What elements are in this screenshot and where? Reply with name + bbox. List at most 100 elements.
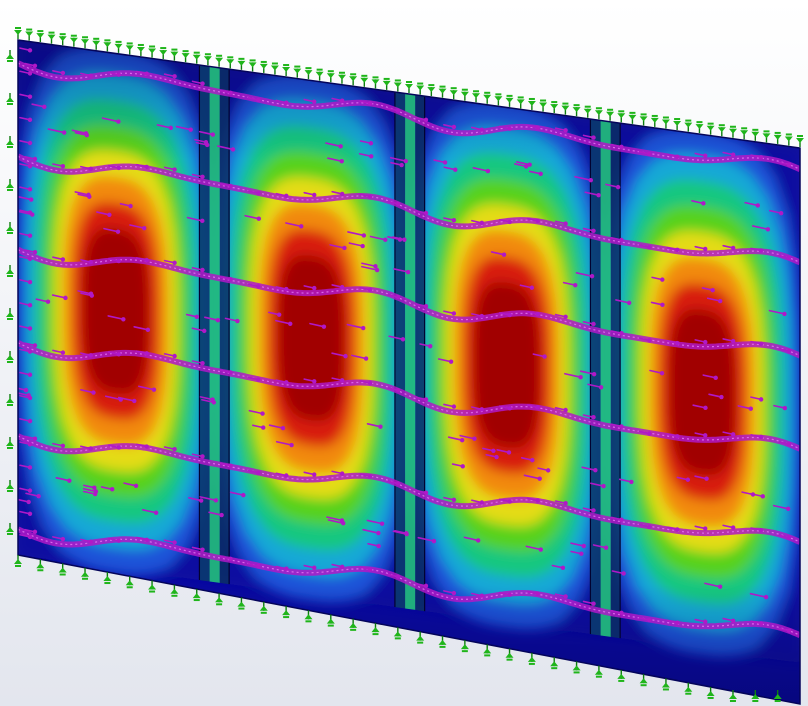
arrow-head [475, 538, 481, 543]
arrow-head [88, 353, 94, 358]
arrow-head [598, 385, 604, 390]
arrow-head [211, 400, 217, 405]
arrow-head [588, 177, 594, 183]
arrow-head [535, 591, 540, 596]
arrow-head [116, 258, 121, 264]
simulation-viewport[interactable] [0, 0, 808, 706]
arrow-head [782, 405, 788, 411]
arrow-head [27, 71, 33, 76]
arrow-head [27, 210, 33, 215]
arrow-head [530, 457, 535, 463]
arrow-head [368, 141, 374, 146]
arrow-head [400, 337, 406, 342]
arrow-head [339, 191, 345, 197]
arrow-head [339, 159, 344, 164]
arrow-head [261, 425, 266, 430]
arrow-head [27, 187, 33, 192]
arrow-head [786, 348, 792, 354]
arrow-head [703, 246, 708, 252]
arrow-head [675, 340, 680, 346]
arrow-head [376, 543, 381, 549]
arrow-head [367, 380, 373, 386]
arrow-head [479, 593, 485, 598]
arrow-head [603, 545, 609, 550]
arrow-head [626, 300, 632, 306]
arrow-head [172, 260, 177, 265]
arrow-head [591, 228, 596, 233]
arrow-head [312, 379, 317, 384]
arrow-head [703, 526, 708, 531]
arrow-head [535, 125, 540, 130]
arrow-head [200, 547, 205, 552]
arrow-head [647, 431, 652, 436]
arrow-head [730, 432, 736, 437]
arrow-head [132, 398, 137, 404]
arrow-head [451, 218, 457, 223]
arrow-head [538, 547, 544, 552]
arrow-head [202, 328, 207, 334]
arrow-head [399, 162, 404, 168]
arrow-head [256, 470, 261, 476]
arrow-head [27, 163, 33, 169]
arrow-head [538, 171, 543, 177]
arrow-head [228, 183, 233, 189]
arrow-head [88, 166, 94, 172]
arrow-head [42, 104, 47, 110]
arrow-head [786, 442, 792, 447]
arrow-head [453, 167, 458, 172]
arrow-head [230, 147, 236, 152]
arrow-head [92, 485, 97, 490]
arrow-head [312, 472, 317, 477]
arrow-head [730, 618, 736, 623]
arrow-head [60, 443, 66, 449]
stiffener-web [209, 66, 220, 583]
arrow-head [200, 361, 205, 366]
arrow-head [213, 498, 219, 503]
stress-plot-canvas [0, 0, 808, 706]
arrow-head [228, 277, 233, 282]
arrow-head [748, 406, 753, 411]
arrow-head [786, 535, 792, 540]
arrow-head [786, 162, 792, 167]
arrow-head [507, 592, 512, 597]
arrow-head [27, 395, 33, 401]
stiffener-flange-right [415, 94, 425, 612]
arrow-head [228, 556, 233, 562]
arrow-head [395, 388, 401, 393]
arrow-head [289, 442, 294, 448]
arrow-head [442, 160, 448, 165]
arrow-head [703, 405, 708, 411]
arrow-head [172, 353, 177, 359]
arrow-head [88, 259, 94, 265]
arrow-head [379, 521, 385, 526]
arrow-head [647, 524, 652, 530]
arrow-head [758, 621, 764, 626]
arrow-head [27, 94, 33, 99]
arrow-head [703, 339, 708, 345]
arrow-head [535, 405, 540, 410]
arrow-head [647, 245, 652, 250]
arrow-head [144, 257, 149, 263]
arrow-head [116, 119, 121, 124]
arrow-head [367, 287, 373, 292]
arrow-head [153, 510, 159, 515]
arrow-head [378, 424, 383, 429]
arrow-head [402, 237, 407, 242]
arrow-head [376, 530, 381, 536]
arrow-head [507, 219, 512, 225]
arrow-head [339, 564, 345, 569]
stiffener [198, 65, 230, 585]
arrow-head [288, 321, 293, 327]
arrow-head [479, 500, 485, 505]
arrow-head [256, 191, 261, 196]
arrow-head [27, 48, 33, 53]
arrow-head [395, 574, 401, 579]
arrow-head [339, 98, 345, 103]
arrow-head [168, 125, 173, 131]
arrow-head [472, 436, 477, 441]
arrow-head [717, 584, 723, 589]
arrow-head [116, 72, 121, 77]
arrow-head [116, 445, 121, 450]
arrow-head [596, 192, 601, 198]
arrow-head [523, 164, 529, 169]
